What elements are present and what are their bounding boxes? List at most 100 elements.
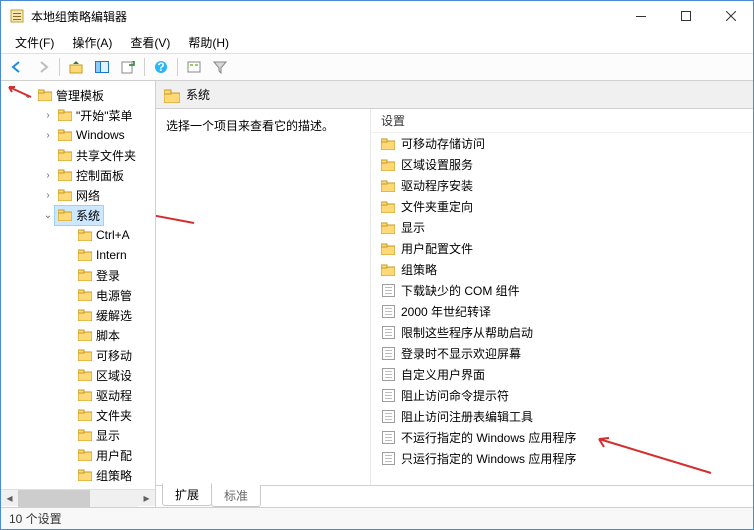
list-item-folder[interactable]: 显示 bbox=[371, 217, 753, 238]
tree-label: 网络 bbox=[76, 187, 100, 204]
tree-node[interactable]: 缓解选 bbox=[1, 305, 155, 325]
list-item-setting[interactable]: 阻止访问注册表编辑工具 bbox=[371, 406, 753, 427]
close-button[interactable] bbox=[708, 1, 753, 31]
list-item-setting[interactable]: 阻止访问命令提示符 bbox=[371, 385, 753, 406]
tree-node[interactable]: ›"开始"菜单 bbox=[1, 105, 155, 125]
folder-icon bbox=[78, 269, 92, 281]
list-item-setting[interactable]: 不运行指定的 Windows 应用程序 bbox=[371, 427, 753, 448]
expand-icon[interactable]: › bbox=[41, 170, 55, 181]
tree-node[interactable]: Intern bbox=[1, 245, 155, 265]
scroll-left-icon[interactable]: ◂ bbox=[1, 490, 18, 507]
list-item-label: 显示 bbox=[401, 219, 425, 236]
tree-node[interactable]: ›Windows bbox=[1, 125, 155, 145]
separator bbox=[59, 58, 60, 76]
list-item-folder[interactable]: 驱动程序安装 bbox=[371, 175, 753, 196]
list-item-folder[interactable]: 区域设置服务 bbox=[371, 154, 753, 175]
tree-node-system[interactable]: ⌄系统 bbox=[1, 205, 155, 225]
list-item-folder[interactable]: 组策略 bbox=[371, 259, 753, 280]
tree-node[interactable]: Ctrl+A bbox=[1, 225, 155, 245]
tree-node[interactable]: › 网络 bbox=[1, 185, 155, 205]
tree-label: 显示 bbox=[96, 427, 120, 444]
collapse-icon[interactable]: ⌄ bbox=[41, 210, 55, 221]
tree-label: 管理模板 bbox=[56, 87, 104, 104]
list-item-setting[interactable]: 下载缺少的 COM 组件 bbox=[371, 280, 753, 301]
filter-button[interactable] bbox=[208, 56, 232, 78]
maximize-button[interactable] bbox=[663, 1, 708, 31]
tree-label: 缓解选 bbox=[96, 307, 132, 324]
properties-button[interactable] bbox=[182, 56, 206, 78]
forward-button[interactable] bbox=[31, 56, 55, 78]
setting-icon bbox=[381, 389, 395, 403]
tree-node[interactable]: ›控制面板 bbox=[1, 165, 155, 185]
description-hint: 选择一个项目来查看它的描述。 bbox=[166, 117, 360, 134]
tree-node-root[interactable]: ⌄ 管理模板 bbox=[1, 85, 155, 105]
list-item-setting[interactable]: 限制这些程序从帮助启动 bbox=[371, 322, 753, 343]
folder-icon bbox=[78, 289, 92, 301]
tree-node[interactable]: 脚本 bbox=[1, 325, 155, 345]
tab-standard[interactable]: 标准 bbox=[211, 485, 261, 507]
menu-view[interactable]: 查看(V) bbox=[122, 32, 178, 53]
list-item-folder[interactable]: 用户配置文件 bbox=[371, 238, 753, 259]
expand-icon[interactable]: › bbox=[41, 190, 55, 201]
menu-file[interactable]: 文件(F) bbox=[7, 32, 62, 53]
folder-icon bbox=[381, 242, 395, 256]
tree-label: 驱动程 bbox=[96, 387, 132, 404]
separator bbox=[144, 58, 145, 76]
folder-icon bbox=[78, 389, 92, 401]
list-item-setting[interactable]: 只运行指定的 Windows 应用程序 bbox=[371, 448, 753, 469]
list-body[interactable]: 可移动存储访问区域设置服务驱动程序安装文件夹重定向显示用户配置文件组策略下载缺少… bbox=[371, 133, 753, 469]
tree-node[interactable]: 用户配 bbox=[1, 445, 155, 465]
list-item-label: 阻止访问注册表编辑工具 bbox=[401, 408, 533, 425]
tree[interactable]: ⌄ 管理模板 ›"开始"菜单 ›Windows 共享文件夹 ›控制面板 ›网络 … bbox=[1, 81, 155, 489]
minimize-button[interactable] bbox=[618, 1, 663, 31]
folder-icon bbox=[78, 309, 92, 321]
tree-node[interactable]: 可移动 bbox=[1, 345, 155, 365]
tab-extended[interactable]: 扩展 bbox=[162, 483, 212, 506]
setting-icon bbox=[381, 431, 395, 445]
show-hide-tree-button[interactable] bbox=[90, 56, 114, 78]
menu-action[interactable]: 操作(A) bbox=[64, 32, 120, 53]
list-item-label: 区域设置服务 bbox=[401, 156, 473, 173]
folder-icon bbox=[78, 329, 92, 341]
collapse-icon[interactable]: ⌄ bbox=[21, 90, 35, 101]
list-item-folder[interactable]: 文件夹重定向 bbox=[371, 196, 753, 217]
folder-icon bbox=[78, 229, 92, 241]
list-item-setting[interactable]: 2000 年世纪转译 bbox=[371, 301, 753, 322]
back-button[interactable] bbox=[5, 56, 29, 78]
tabs: 扩展 标准 bbox=[156, 485, 753, 507]
expand-icon[interactable]: › bbox=[41, 110, 55, 121]
title-bar: 本地组策略编辑器 bbox=[1, 1, 753, 31]
tree-label: 组策略 bbox=[96, 467, 132, 484]
help-button[interactable]: ? bbox=[149, 56, 173, 78]
scroll-thumb[interactable] bbox=[18, 490, 90, 507]
expand-icon[interactable]: › bbox=[41, 130, 55, 141]
menu-help[interactable]: 帮助(H) bbox=[180, 32, 237, 53]
tree-node[interactable]: 文件夹 bbox=[1, 405, 155, 425]
up-button[interactable] bbox=[64, 56, 88, 78]
export-button[interactable] bbox=[116, 56, 140, 78]
setting-icon bbox=[381, 368, 395, 382]
tree-label: 区域设 bbox=[96, 367, 132, 384]
scroll-right-icon[interactable]: ▸ bbox=[138, 490, 155, 507]
list-item-setting[interactable]: 登录时不显示欢迎屏幕 bbox=[371, 343, 753, 364]
list-item-folder[interactable]: 可移动存储访问 bbox=[371, 133, 753, 154]
tree-node[interactable]: 电源管 bbox=[1, 285, 155, 305]
list-item-setting[interactable]: 自定义用户界面 bbox=[371, 364, 753, 385]
folder-icon bbox=[381, 221, 395, 235]
tree-label: 可移动 bbox=[96, 347, 132, 364]
tree-node[interactable]: 组策略 bbox=[1, 465, 155, 485]
tree-node[interactable]: 登录 bbox=[1, 265, 155, 285]
tree-hscroll[interactable]: ◂ ▸ bbox=[1, 489, 155, 506]
tree-label: 用户配 bbox=[96, 447, 132, 464]
tree-node[interactable]: 驱动程 bbox=[1, 385, 155, 405]
tree-node[interactable]: 共享文件夹 bbox=[1, 145, 155, 165]
toolbar: ? bbox=[1, 53, 753, 81]
tree-label: 文件夹 bbox=[96, 407, 132, 424]
folder-icon bbox=[78, 249, 92, 261]
scroll-track[interactable] bbox=[18, 490, 138, 507]
tab-label: 扩展 bbox=[175, 488, 199, 502]
list-header-settings[interactable]: 设置 bbox=[371, 109, 753, 133]
tree-node[interactable]: 区域设 bbox=[1, 365, 155, 385]
tree-node[interactable]: 显示 bbox=[1, 425, 155, 445]
folder-icon bbox=[58, 209, 72, 221]
